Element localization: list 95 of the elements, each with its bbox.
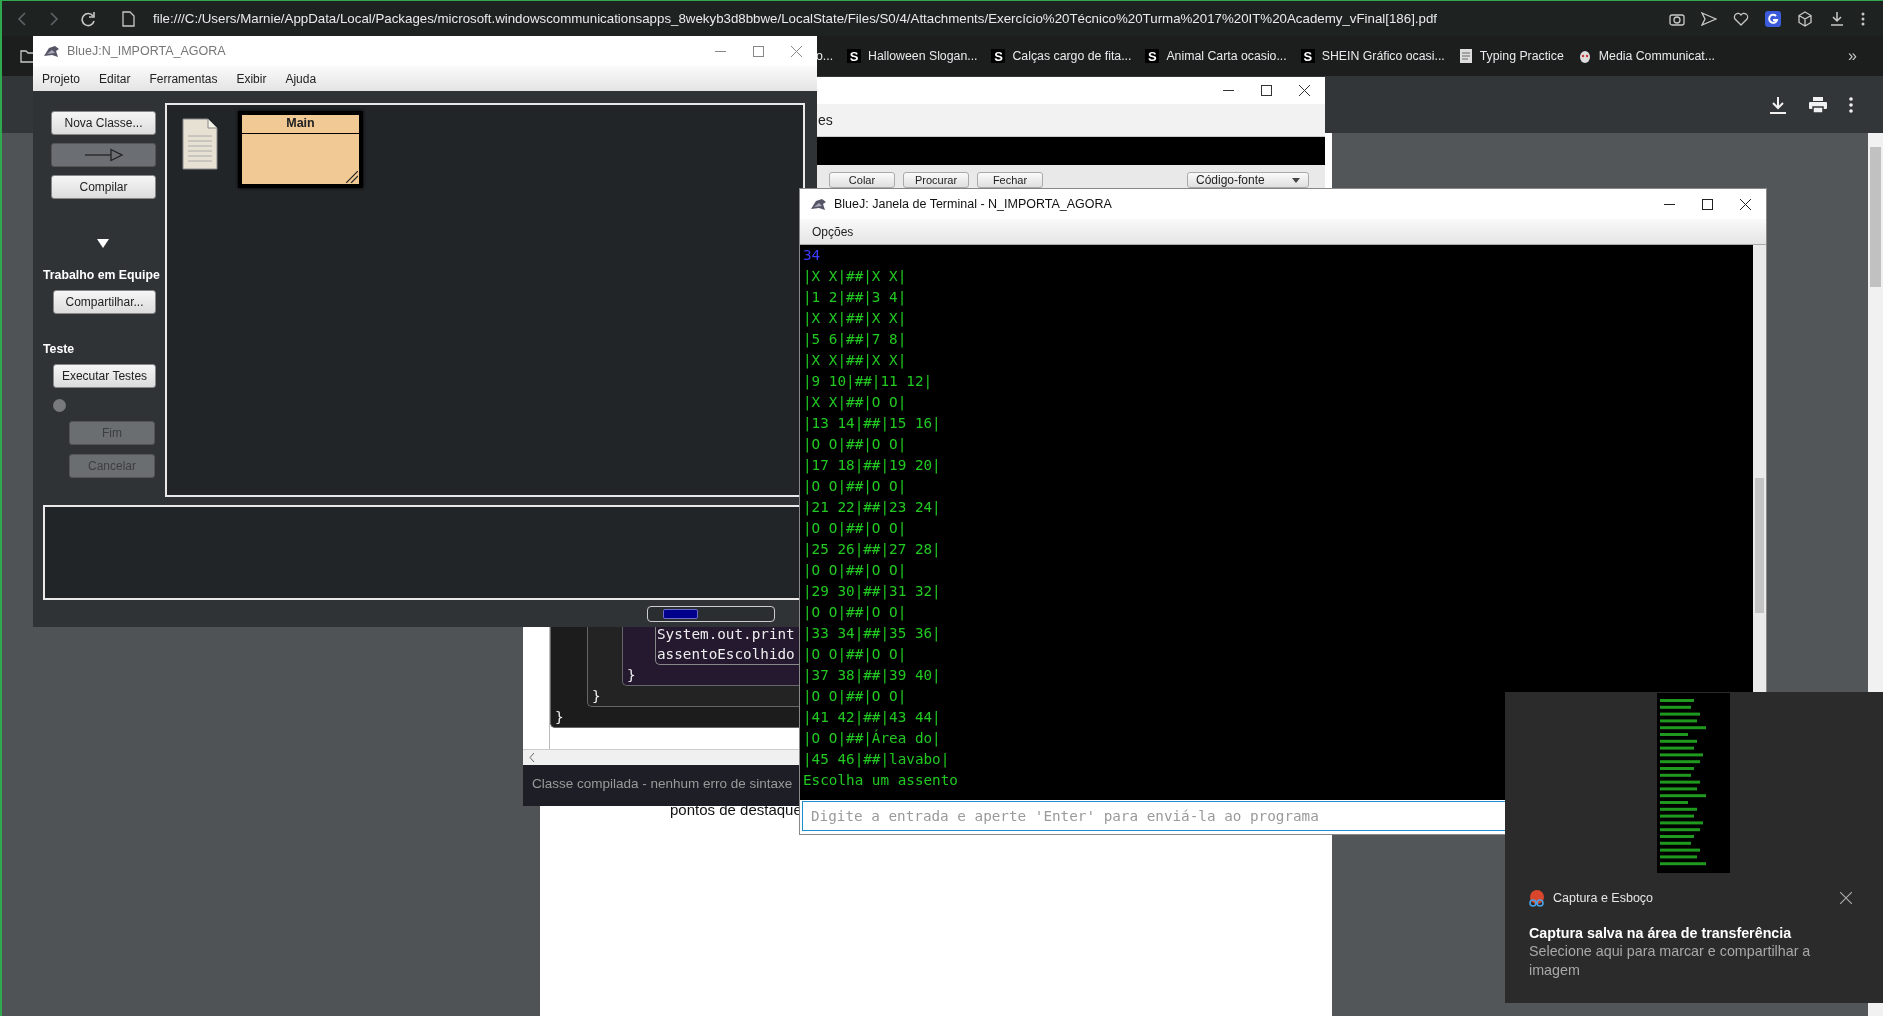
section-heading: Trabalho em Equipe [43, 268, 160, 282]
terminal-line: |O O|##|Área do| [803, 728, 941, 749]
terminal-line: |21 22|##|23 24| [803, 498, 941, 518]
bookmark[interactable]: o... [816, 49, 834, 63]
terminal-line: |O O|##|O O| [803, 645, 907, 665]
site-badge: S [1300, 49, 1315, 63]
terminal-line: |O O|##|O O| [803, 477, 907, 497]
terminal-line: |X X|##|X X| [803, 309, 907, 329]
terminal-line: |X X|##|X X| [803, 267, 907, 287]
horizontal-scrollbar[interactable] [523, 749, 799, 765]
send-icon[interactable] [1701, 11, 1717, 26]
notification-text: Selecione aqui para marcar e compartilhar a imagem [1529, 942, 1812, 980]
window-title: BlueJ:N_IMPORTA_AGORA [67, 44, 226, 58]
bookmark[interactable]: S SHEIN Gráfico ocasi... [1300, 49, 1445, 63]
view-select[interactable]: Código-fonte [1187, 172, 1309, 188]
camera-icon[interactable] [1669, 11, 1685, 26]
terminal-line: |9 10|##|11 12| [803, 372, 933, 392]
closing-brace: } [591, 687, 601, 706]
menu-item[interactable]: Ferramentas [149, 71, 218, 86]
menu-item[interactable]: Projeto [42, 71, 81, 86]
more-bookmarks-button[interactable]: » [1848, 47, 1857, 65]
side-button[interactable]: Compartilhar... [53, 290, 156, 314]
terminal-line: |1 2|##|3 4| [803, 288, 907, 308]
more-icon[interactable] [1861, 11, 1865, 26]
terminal-line: |O O|##|O O| [803, 519, 907, 539]
close-icon[interactable] [1740, 198, 1751, 210]
terminal-line: |O O|##|O O| [803, 561, 907, 581]
terminal-line: |X X|##|X X| [803, 351, 907, 371]
print-icon[interactable] [1809, 96, 1827, 113]
menu-item[interactable]: es [818, 112, 833, 128]
terminal-line: |33 34|##|35 36| [803, 624, 941, 644]
site-badge: S [1145, 49, 1160, 63]
document-icon[interactable] [182, 118, 218, 170]
menu-item[interactable]: Exibir [236, 71, 267, 86]
bird-icon [43, 44, 60, 58]
creature-icon [1577, 48, 1592, 64]
back-icon[interactable] [16, 11, 28, 26]
closing-brace: } [626, 666, 636, 685]
bookmark[interactable]: Media Communicat... [1577, 48, 1715, 64]
menu-item[interactable]: Ajuda [285, 71, 317, 86]
page-icon [122, 10, 135, 27]
bookmark[interactable]: S Halloween Slogan... [847, 49, 978, 63]
bookmark[interactable]: Typing Practice [1458, 48, 1564, 64]
class-name: Main [242, 115, 359, 134]
document-icon [1458, 48, 1473, 64]
bird-icon [810, 197, 827, 211]
terminal-line: |O O|##|O O| [803, 687, 907, 707]
toolbar-button[interactable]: Colar [829, 172, 895, 188]
bookmark[interactable]: S Calças cargo de fita... [991, 49, 1132, 63]
heart-icon[interactable] [1733, 11, 1749, 26]
terminal-line: |13 14|##|15 16| [803, 414, 941, 434]
forward-icon[interactable] [48, 11, 60, 26]
class-box[interactable]: Main [238, 111, 363, 188]
maximize-icon[interactable] [1702, 198, 1713, 210]
cube-icon[interactable] [1797, 10, 1813, 27]
terminal-line: |25 26|##|27 28| [803, 540, 941, 560]
terminal-line: |5 6|##|7 8| [803, 330, 907, 350]
download-icon[interactable] [1829, 10, 1845, 27]
collapse-triangle-icon[interactable] [97, 239, 109, 248]
toolbar-button[interactable]: Fechar [977, 172, 1043, 188]
site-badge: S [991, 49, 1006, 63]
terminal-line: |X X|##|O O| [803, 393, 907, 413]
dot-icon [53, 399, 66, 412]
notification-card[interactable]: Captura e Esboço Captura salva na área de transferência Selecione aqui para marcar e compartilhar a imagem [1505, 692, 1883, 1003]
side-button[interactable]: Executar Testes [53, 364, 156, 388]
terminal-line: |41 42|##|43 44| [803, 708, 941, 728]
close-icon[interactable] [1299, 85, 1310, 96]
section-heading: Teste [43, 342, 75, 356]
site-badge: S [847, 49, 862, 63]
arrow-icon [83, 148, 124, 162]
notification-title: Captura salva na área de transferência [1529, 925, 1793, 941]
side-button[interactable]: Compilar [51, 175, 156, 199]
terminal-line: |O O|##|O O| [803, 435, 907, 455]
toolbar-button[interactable]: Procurar [903, 172, 969, 188]
terminal-line: |17 18|##|19 20| [803, 456, 941, 476]
extension-icon[interactable] [1765, 10, 1781, 27]
closing-brace: } [554, 708, 564, 727]
terminal-line: 34 [803, 246, 821, 265]
app-name: Captura e Esboço [1553, 891, 1654, 905]
terminal-line: Escolha um assento [803, 771, 958, 790]
window-title: BlueJ: Janela de Terminal - N_IMPORTA_AGORA [834, 197, 1112, 211]
terminal-line: |37 38|##|39 40| [803, 666, 941, 686]
bookmark[interactable]: S Animal Carta ocasio... [1145, 49, 1287, 63]
side-button[interactable]: Nova Classe... [51, 111, 156, 135]
scissors-icon [1529, 889, 1545, 907]
more-icon[interactable] [1849, 96, 1853, 113]
close-icon[interactable] [1840, 892, 1852, 904]
caret-icon [1292, 177, 1300, 183]
terminal-line: |29 30|##|31 32| [803, 582, 941, 602]
maximize-icon[interactable] [1261, 85, 1272, 96]
menu-item[interactable]: Opções [812, 224, 854, 239]
reload-icon[interactable] [80, 10, 96, 27]
menu-item[interactable]: Editar [99, 71, 131, 86]
terminal-line: |O O|##|O O| [803, 603, 907, 623]
resize-corner-icon [346, 171, 358, 183]
